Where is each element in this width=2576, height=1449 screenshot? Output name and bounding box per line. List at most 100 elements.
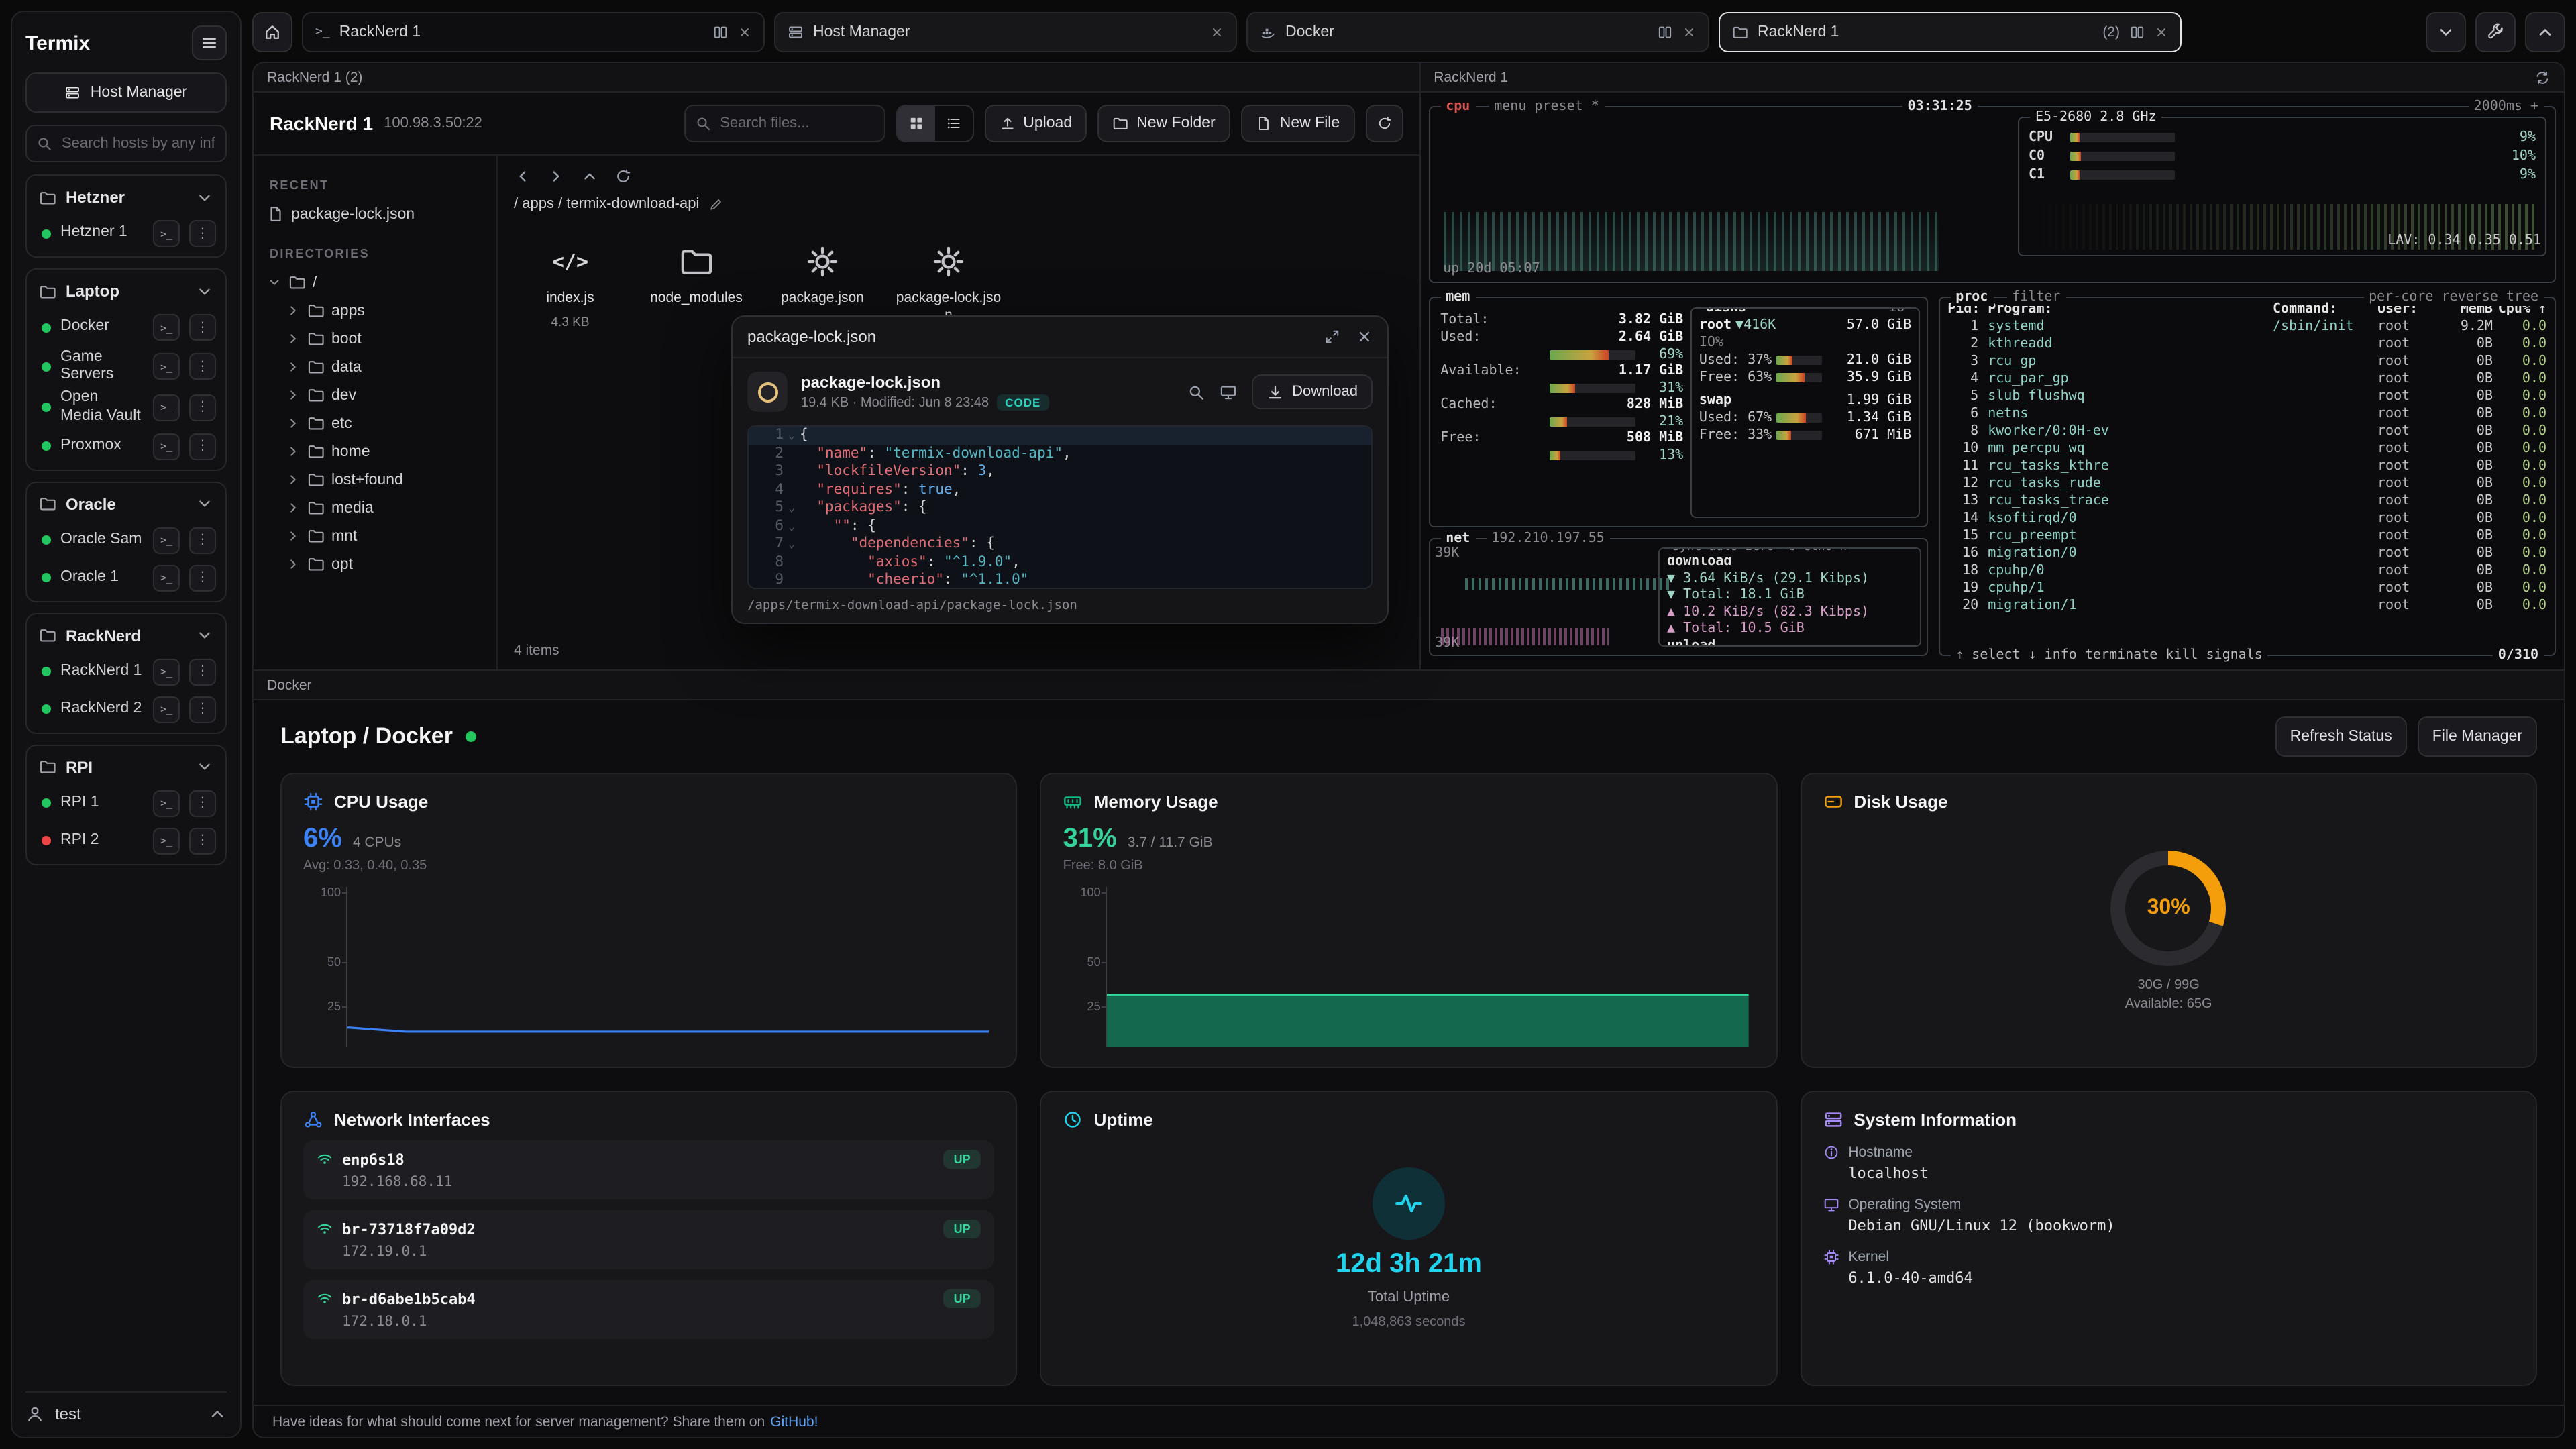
close-icon[interactable] (1682, 25, 1696, 38)
sidebar-menu-button[interactable] (192, 25, 227, 60)
tree-item[interactable]: boot (264, 325, 486, 353)
upload-button[interactable]: Upload (984, 105, 1087, 142)
tree-item[interactable]: mnt (264, 522, 486, 550)
host-options-button[interactable]: ⋮ (189, 696, 216, 723)
interface-row[interactable]: enp6s18 UP 192.168.68.11 (303, 1140, 995, 1199)
host-row[interactable]: RackNerd 2 >_ ⋮ (31, 691, 221, 729)
proc-row[interactable]: 18 cpuhp/0 root 0B 0.0 (1939, 562, 2555, 580)
host-row[interactable]: Proxmox >_ ⋮ (31, 428, 221, 466)
proc-row[interactable]: 20 migration/1 root 0B 0.0 (1939, 597, 2555, 614)
host-options-button[interactable]: ⋮ (189, 527, 216, 554)
tree-root[interactable]: / (264, 268, 486, 297)
tree-item[interactable]: apps (264, 297, 486, 325)
host-terminal-button[interactable]: >_ (153, 527, 180, 554)
host-group-header[interactable]: Laptop (31, 274, 221, 309)
host-row[interactable]: Game Servers >_ ⋮ (31, 346, 221, 387)
host-row[interactable]: RPI 2 >_ ⋮ (31, 822, 221, 860)
split-icon[interactable] (2129, 23, 2145, 40)
proc-row[interactable]: 16 migration/0 root 0B 0.0 (1939, 545, 2555, 562)
host-group-header[interactable]: Oracle (31, 487, 221, 522)
download-button[interactable]: Download (1252, 374, 1373, 409)
host-terminal-button[interactable]: >_ (153, 433, 180, 460)
new-folder-button[interactable]: New Folder (1097, 105, 1230, 142)
tab-racknerd1-files[interactable]: RackNerd 1 (2) (1719, 11, 2182, 52)
edit-path-icon[interactable] (708, 197, 723, 211)
refresh-status-button[interactable]: Refresh Status (2275, 716, 2407, 757)
close-icon[interactable] (1210, 25, 1224, 38)
tree-item[interactable]: data (264, 353, 486, 381)
search-icon[interactable] (1187, 383, 1205, 400)
host-terminal-button[interactable]: >_ (153, 220, 180, 247)
file-item[interactable]: </> index.js 4.3 KB (514, 231, 627, 341)
tools-button[interactable] (2475, 11, 2516, 52)
host-options-button[interactable]: ⋮ (189, 828, 216, 855)
up-icon[interactable] (581, 168, 598, 185)
tree-item[interactable]: opt (264, 550, 486, 578)
proc-row[interactable]: 13 rcu_tasks_trace root 0B 0.0 (1939, 492, 2555, 510)
home-button[interactable] (252, 11, 292, 52)
close-icon[interactable] (1356, 329, 1373, 345)
expand-button[interactable] (2525, 11, 2565, 52)
host-row[interactable]: Oracle 1 >_ ⋮ (31, 559, 221, 597)
proc-row[interactable]: 4 rcu_par_gp root 0B 0.0 (1939, 370, 2555, 388)
host-options-button[interactable]: ⋮ (189, 353, 216, 380)
tree-item[interactable]: dev (264, 381, 486, 409)
proc-row[interactable]: 11 rcu_tasks_kthre root 0B 0.0 (1939, 458, 2555, 475)
tab-docker[interactable]: Docker (1246, 11, 1709, 52)
close-icon[interactable] (2155, 25, 2168, 38)
file-search-input[interactable] (684, 105, 885, 142)
host-row[interactable]: RPI 1 >_ ⋮ (31, 785, 221, 822)
back-icon[interactable] (514, 168, 531, 185)
host-terminal-button[interactable]: >_ (153, 565, 180, 592)
file-manager-button[interactable]: File Manager (2418, 716, 2537, 757)
host-group-header[interactable]: RackNerd (31, 619, 221, 653)
tree-item[interactable]: etc (264, 409, 486, 437)
terminal[interactable]: cpu menu preset * 03:31:25 2000ms + up 2… (1420, 93, 2564, 669)
host-row[interactable]: Docker >_ ⋮ (31, 309, 221, 346)
host-terminal-button[interactable]: >_ (153, 828, 180, 855)
grid-view-button[interactable] (897, 106, 934, 141)
split-icon[interactable] (712, 23, 729, 40)
host-options-button[interactable]: ⋮ (189, 659, 216, 686)
host-options-button[interactable]: ⋮ (189, 220, 216, 247)
breadcrumb[interactable]: / apps / termix-download-api (498, 189, 1419, 220)
proc-row[interactable]: 10 mm_percpu_wq root 0B 0.0 (1939, 440, 2555, 458)
user-menu[interactable]: test (25, 1391, 227, 1424)
close-icon[interactable] (738, 25, 751, 38)
proc-row[interactable]: 5 slub_flushwq root 0B 0.0 (1939, 388, 2555, 405)
host-group-header[interactable]: RPI (31, 750, 221, 785)
proc-row[interactable]: 8 kworker/0:0H-ev root 0B 0.0 (1939, 423, 2555, 440)
proc-row[interactable]: 2 kthreadd root 0B 0.0 (1939, 335, 2555, 353)
host-manager-button[interactable]: Host Manager (25, 72, 227, 113)
host-options-button[interactable]: ⋮ (189, 790, 216, 817)
proc-row[interactable]: 15 rcu_preempt root 0B 0.0 (1939, 527, 2555, 545)
host-options-button[interactable]: ⋮ (189, 565, 216, 592)
host-options-button[interactable]: ⋮ (189, 314, 216, 341)
forward-icon[interactable] (547, 168, 565, 185)
new-file-button[interactable]: New File (1241, 105, 1354, 142)
proc-row[interactable]: 14 ksoftirqd/0 root 0B 0.0 (1939, 510, 2555, 527)
recent-file-item[interactable]: package-lock.json (264, 200, 486, 228)
interface-row[interactable]: br-73718f7a09d2 UP 172.19.0.1 (303, 1210, 995, 1269)
host-terminal-button[interactable]: >_ (153, 659, 180, 686)
refresh-icon[interactable] (614, 168, 632, 185)
tree-item[interactable]: home (264, 437, 486, 466)
host-terminal-button[interactable]: >_ (153, 790, 180, 817)
host-terminal-button[interactable]: >_ (153, 353, 180, 380)
collapse-button[interactable] (2426, 11, 2466, 52)
tree-item[interactable]: media (264, 494, 486, 522)
refresh-files-button[interactable] (1365, 105, 1403, 142)
host-options-button[interactable]: ⋮ (189, 394, 216, 421)
proc-row[interactable]: 1 systemd /sbin/init root 9.2M 0.0 (1939, 318, 2555, 335)
host-terminal-button[interactable]: >_ (153, 314, 180, 341)
proc-row[interactable]: 6 netns root 0B 0.0 (1939, 405, 2555, 423)
host-row[interactable]: Oracle Sam >_ ⋮ (31, 522, 221, 559)
host-row[interactable]: Open Media Vault >_ ⋮ (31, 387, 221, 428)
tree-item[interactable]: lost+found (264, 466, 486, 494)
monitor-icon[interactable] (1220, 383, 1237, 400)
expand-icon[interactable] (1324, 329, 1340, 345)
host-group-header[interactable]: Hetzner (31, 180, 221, 215)
host-terminal-button[interactable]: >_ (153, 394, 180, 421)
proc-row[interactable]: 19 cpuhp/1 root 0B 0.0 (1939, 580, 2555, 597)
proc-row[interactable]: 3 rcu_gp root 0B 0.0 (1939, 353, 2555, 370)
